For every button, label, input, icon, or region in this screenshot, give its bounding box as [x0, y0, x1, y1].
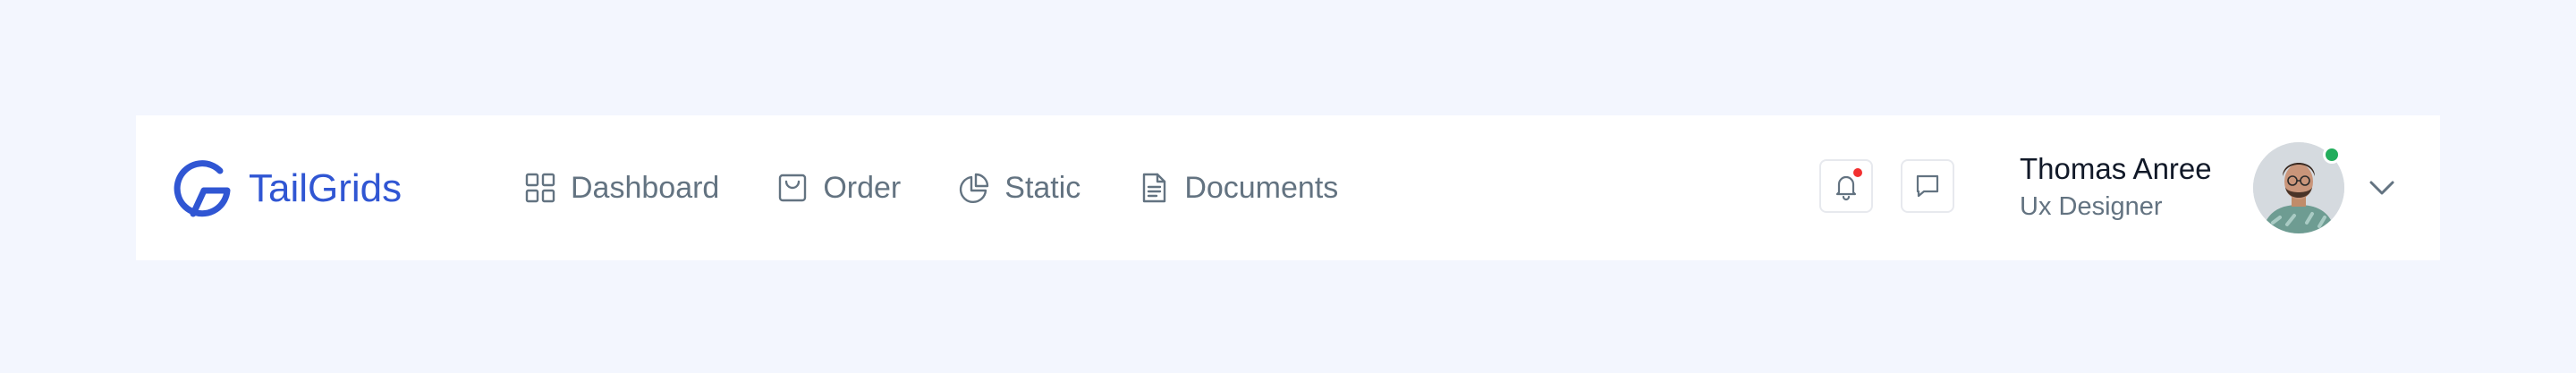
shopping-bag-icon: [779, 174, 807, 202]
pie-chart-icon: [960, 173, 989, 204]
user-name: Thomas Anree: [2020, 152, 2212, 185]
notifications-button[interactable]: [1819, 159, 1873, 213]
nav-item-dashboard[interactable]: Dashboard: [524, 161, 719, 215]
main-nav: Dashboard Order Static Documents: [524, 161, 1338, 215]
nav-item-static[interactable]: Static: [958, 161, 1080, 215]
document-icon: [1143, 173, 1166, 203]
messages-button[interactable]: [1901, 159, 1954, 213]
grid-icon: [525, 173, 555, 203]
user-menu-toggle[interactable]: [2367, 174, 2397, 201]
nav-label-documents: Documents: [1184, 170, 1339, 205]
tailgrids-logo-icon: [174, 160, 231, 217]
nav-item-documents[interactable]: Documents: [1138, 161, 1338, 215]
nav-item-order[interactable]: Order: [776, 161, 901, 215]
nav-label-static: Static: [1004, 170, 1081, 205]
top-navbar: TailGrids Dashboard Order Static Documen…: [136, 115, 2440, 260]
chevron-down-icon: [2369, 181, 2394, 195]
nav-label-dashboard: Dashboard: [571, 170, 720, 205]
brand-name: TailGrids: [249, 166, 402, 210]
nav-label-order: Order: [823, 170, 902, 205]
user-role: Ux Designer: [2020, 192, 2163, 221]
brand-logo[interactable]: TailGrids: [170, 157, 402, 221]
notification-dot: [1853, 168, 1862, 177]
message-icon: [1916, 174, 1939, 198]
user-info[interactable]: Thomas Anree Ux Designer: [2020, 149, 2212, 226]
online-status-dot: [2323, 146, 2341, 164]
